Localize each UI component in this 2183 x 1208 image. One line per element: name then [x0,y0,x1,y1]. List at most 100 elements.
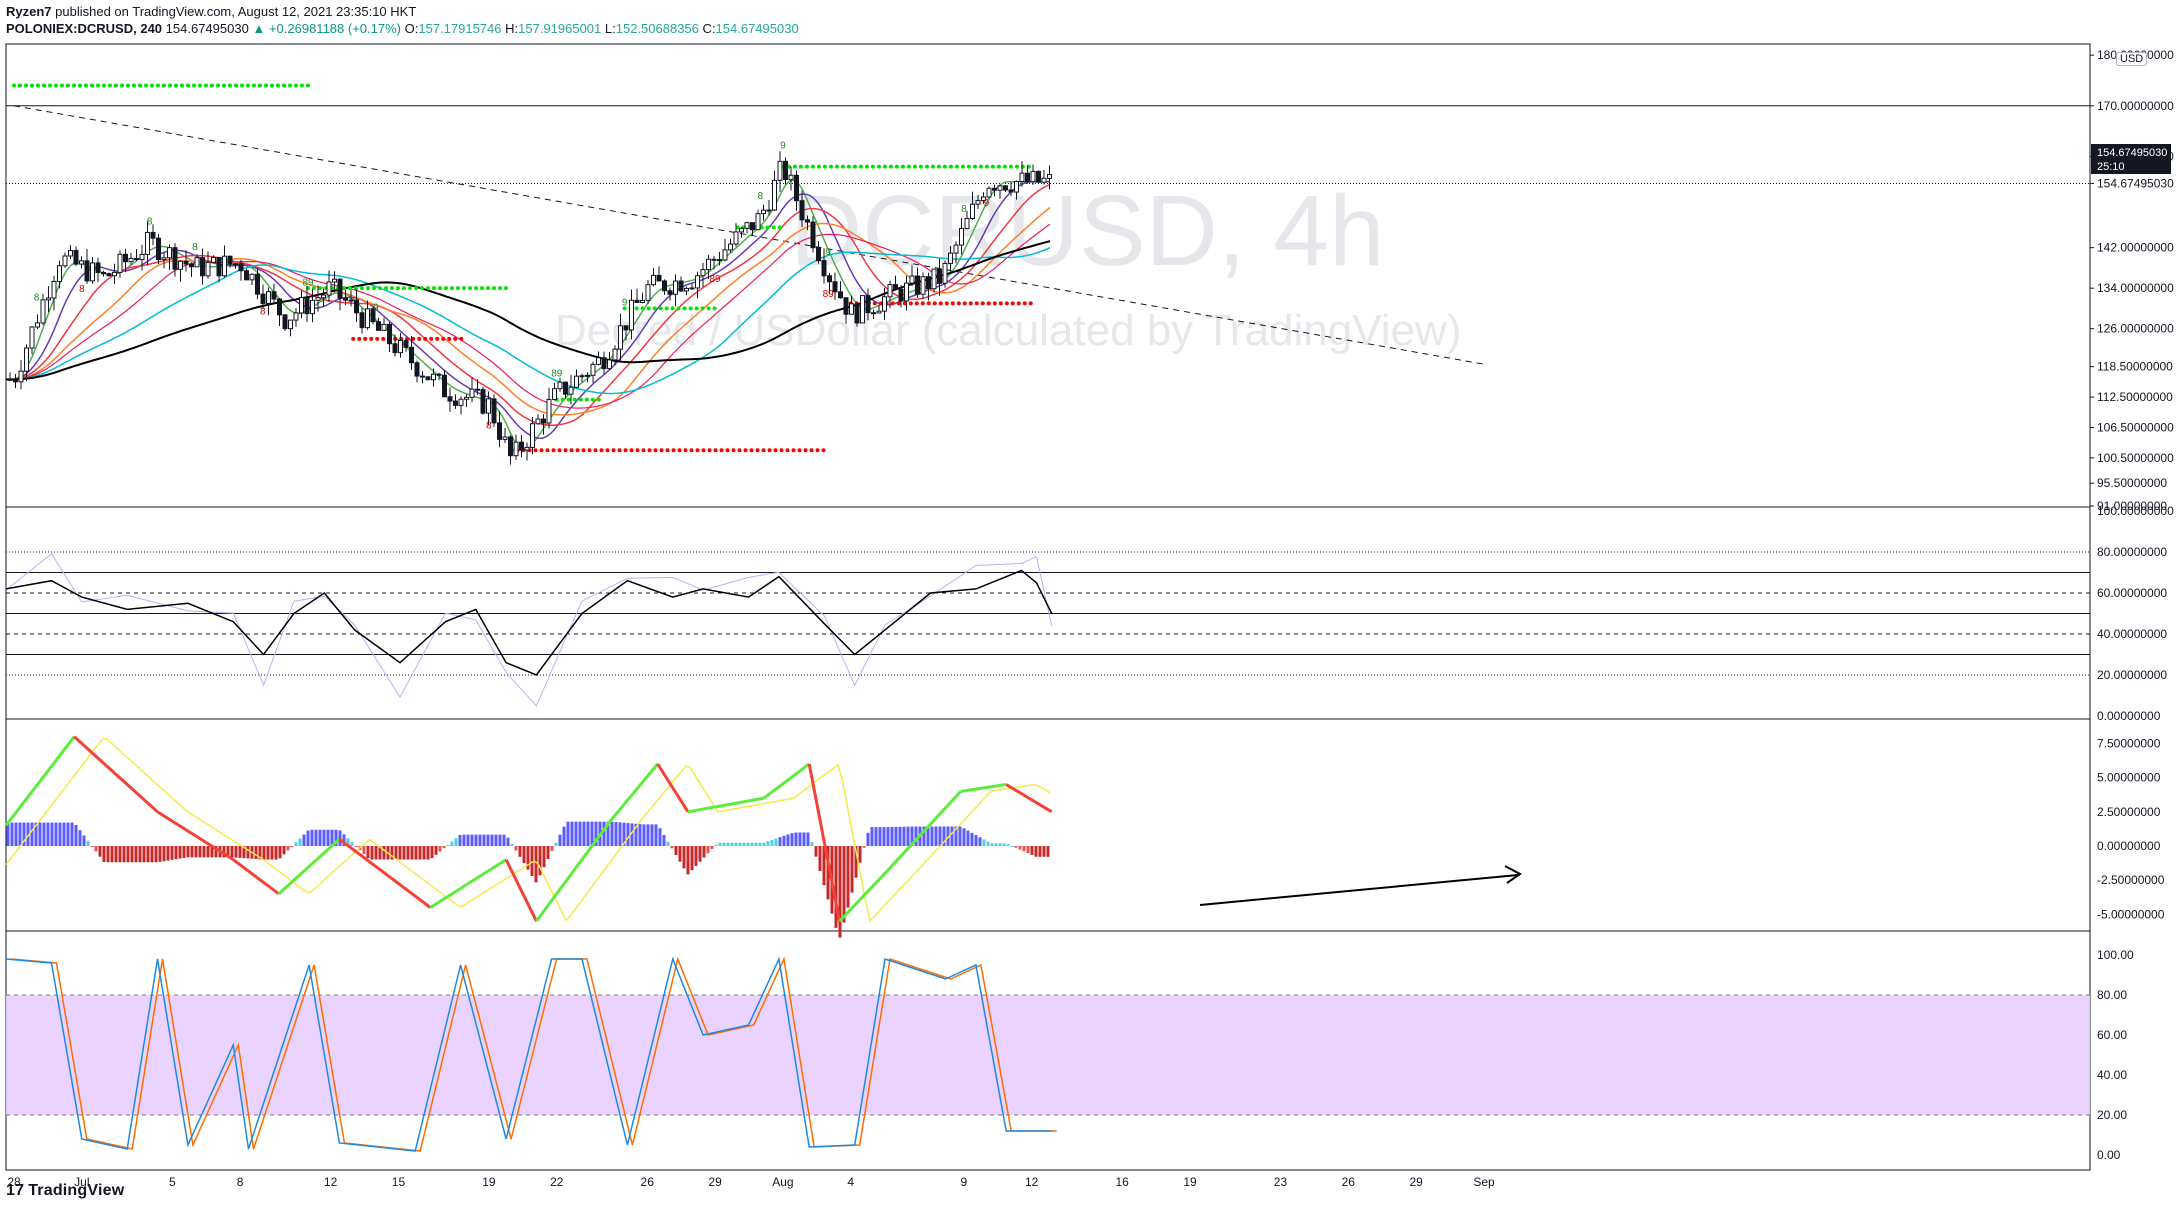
candle-body [315,297,321,301]
candle-body [156,237,161,261]
candle-body [337,278,343,299]
candle-body [568,386,574,395]
level-dot [912,164,917,169]
candle-body [354,299,359,314]
histogram-bar [950,826,954,846]
candle-body [964,217,970,230]
histogram-bar [482,834,486,846]
level-dot [665,448,670,453]
histogram-bar [754,842,758,846]
candle-body [442,374,447,398]
candle-body [750,222,755,231]
level-dot [533,448,538,453]
td-count-label: 89 [551,369,563,380]
level-dot [920,301,925,306]
histogram-bar [586,821,590,846]
histogram-bar [410,846,414,860]
level-dot [629,448,634,453]
level-dot [670,306,675,311]
macd-tick-label: -5.00000000 [2097,907,2165,921]
histogram-bar [130,846,134,863]
level-dot [938,301,943,306]
candle-body [893,284,898,290]
histogram-bar [1002,843,1006,846]
rsi-axis[interactable]: 100.00000000 80.00000000 60.00000000 40.000… [2097,504,2174,723]
currency-badge[interactable]: USD [2116,52,2148,66]
candle-body [255,273,260,295]
level-dot [288,83,292,88]
watermark-subtitle: Decred / USDollar (calculated by Trading… [555,306,1461,355]
level-dot [605,448,610,453]
candle-body [491,398,497,424]
candle-body [194,257,200,268]
histogram-bar [470,834,474,846]
histogram-bar [746,842,750,846]
histogram-bar [790,833,794,846]
level-dot [948,164,953,169]
histogram-bar [118,846,122,863]
publisher-name[interactable]: Ryzen7 [6,4,52,19]
level-dot [417,336,422,341]
level-dot [647,448,652,453]
chart-canvas[interactable]: DCRUSD, 4h Decred / USDollar (calculated… [0,40,2183,1208]
histogram-bar [270,846,274,860]
candle-body [519,441,524,451]
candle-body [150,231,156,239]
histogram-bar [366,846,370,859]
candle-body [79,260,84,265]
level-dot [966,164,971,169]
divergence-arrow[interactable] [1199,874,1519,906]
price-tick-label: 154.67495030 [2097,176,2174,190]
histogram-bar [46,822,50,846]
level-dot [342,286,346,291]
histogram-bar [1022,846,1026,852]
level-dot [737,448,742,453]
candle-body [717,259,722,262]
candle-body [843,297,849,315]
macd-line-segment [429,858,507,909]
rsi-lines [5,552,1053,707]
level-dot [48,83,52,88]
histogram-bar [98,846,102,857]
candle-body [1025,172,1030,183]
candle-body [700,269,706,277]
candle-body [145,231,150,255]
candle-body [662,280,667,292]
histogram-bar [418,846,422,860]
histogram-bar [858,846,862,863]
level-dot [438,286,442,291]
candle-body [590,363,596,376]
time-tick-label: 15 [392,1175,406,1189]
level-dot [84,83,88,88]
histogram-bar [486,834,490,846]
level-dot [936,164,941,169]
level-dot [688,306,693,311]
macd-axis[interactable]: 7.50000000 5.00000000 2.50000000 0.00000000… [2097,737,2165,922]
high-label: H: [505,21,519,36]
level-dot [689,448,694,453]
price-tick-label: 106.50000000 [2097,420,2174,434]
candle-body [332,278,337,283]
histogram-bar [610,821,614,846]
time-axis[interactable]: 28 Jul 5 8 12 15 19 22 26 29 Aug 4 9 12 16 19 23 26 29 Sep [7,1175,1495,1189]
price-axis[interactable]: 180.00000000170.00000000160.00000000154.… [2090,48,2174,513]
histogram-bar [278,846,282,859]
histogram-bar [742,842,746,846]
histogram-bar [198,846,202,858]
time-tick-label: 26 [1342,1175,1356,1189]
candle-body [678,280,684,292]
candle-body [860,295,865,324]
candle-body [101,272,106,275]
level-dot [54,83,58,88]
histogram-bar [514,846,518,851]
stoch-axis[interactable]: 100.00 80.00 60.00 40.00 20.00 0.00 [2097,948,2134,1162]
level-dot [174,83,178,88]
price-tick-label: 112.50000000 [2097,390,2173,404]
level-dot [210,83,214,88]
tradingview-brand[interactable]: 17 TradingView [6,1182,124,1200]
publish-info: published on TradingView.com, August 12,… [55,4,417,19]
level-dot [712,306,717,311]
histogram-bar [702,846,706,858]
level-dot [90,83,94,88]
histogram-bar [774,838,778,846]
